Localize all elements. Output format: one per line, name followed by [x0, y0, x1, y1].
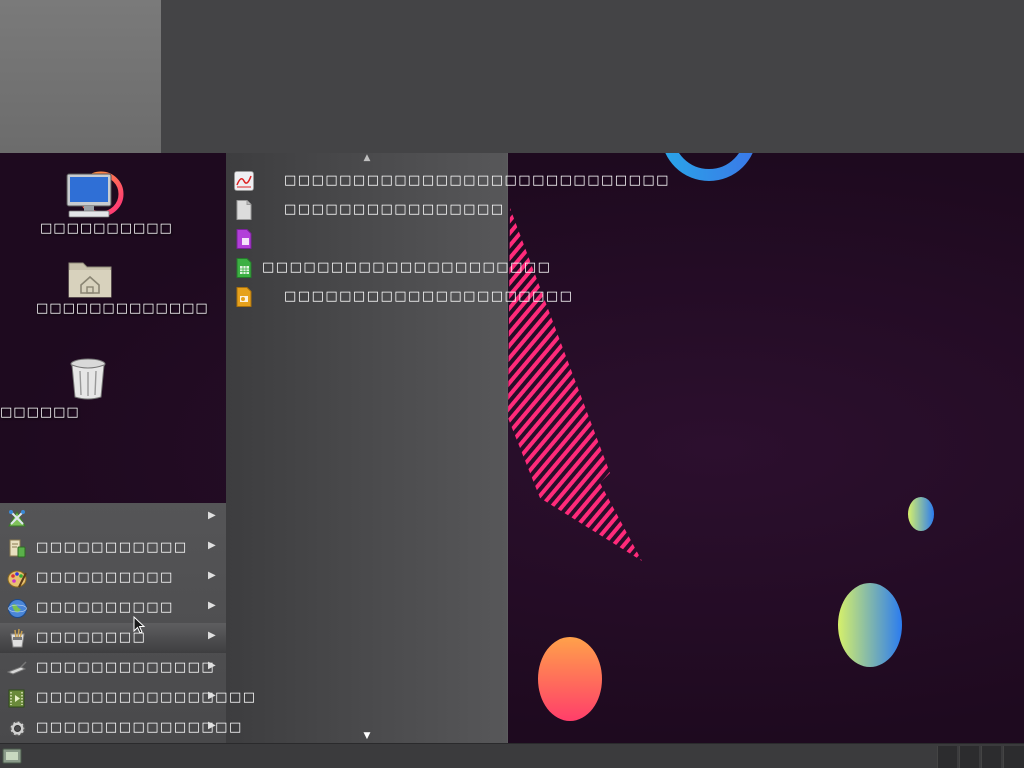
submenu-item-spreadsheet[interactable]: □□□□□□□□□□□□□□□□□□□□□	[226, 254, 550, 282]
chevron-right-icon: ▶	[208, 660, 216, 671]
chevron-right-icon: ▶	[208, 540, 216, 551]
chevron-right-icon: ▶	[208, 600, 216, 611]
mouse-cursor-icon	[133, 616, 146, 634]
menu-item-label: □□□□□□□□□□	[36, 570, 174, 585]
multimedia-icon	[8, 689, 25, 708]
menu-item-education[interactable]: □□□□□□□□□□□ ▶	[0, 533, 226, 563]
menu-item-system-settings[interactable]: □□□□□□□□□□□□□□□ ▶	[0, 713, 241, 743]
presentation-icon	[236, 287, 252, 307]
desktop-icon-home-folder[interactable]: □□□□□□□□□□□□□	[36, 257, 209, 316]
scroll-up-arrow-icon[interactable]: ▲	[226, 153, 508, 163]
pdf-viewer-icon	[234, 171, 254, 191]
desktop-icon-trash[interactable]: □□□□□□	[0, 357, 106, 420]
tray-button[interactable]	[959, 746, 979, 768]
taskbar	[0, 743, 1024, 768]
tray-button[interactable]	[981, 746, 1001, 768]
menu-item-office[interactable]: □□□□□□□□ ▶	[0, 623, 226, 653]
menu-item-label: □□□□□□□□□□□□□□□□	[36, 690, 257, 705]
submenu-item-document[interactable]: □□□□□□□□□□□□□□□□	[226, 196, 508, 224]
tray-button[interactable]	[937, 746, 957, 768]
home-folder-icon	[68, 262, 112, 298]
computer-icon	[66, 173, 112, 218]
scroll-down-arrow-icon[interactable]: ▼	[226, 731, 508, 741]
document-icon	[236, 200, 252, 220]
menu-item-programming[interactable]: □□□□□□□□□□□□□ ▶	[0, 653, 226, 683]
menu-item-internet[interactable]: □□□□□□□□□□ ▶	[0, 593, 226, 623]
menu-item-label: □□□□□□□□	[36, 630, 147, 645]
chevron-right-icon: ▶	[208, 510, 216, 521]
system-settings-icon	[9, 720, 26, 737]
desktop-icon-label: □□□□□□	[0, 405, 80, 420]
submenu-item-label: □□□□□□□□□□□□□□□□□□□□□	[284, 289, 574, 304]
menu-item-multimedia[interactable]: □□□□□□□□□□□□□□□□ ▶	[0, 683, 255, 713]
desktop-icon-label: □□□□□□□□□□	[40, 221, 173, 236]
submenu-item-presentation[interactable]: □□□□□□□□□□□□□□□□□□□□□	[226, 283, 572, 311]
chevron-right-icon: ▶	[208, 570, 216, 581]
chevron-right-icon: ▶	[208, 630, 216, 641]
accessories-icon	[8, 510, 26, 527]
submenu-item-label: □□□□□□□□□□□□□□□□□□□□□	[262, 260, 552, 275]
menu-item-label: □□□□□□□□□□□□□	[36, 660, 216, 675]
office-icon	[10, 628, 25, 648]
programming-icon	[7, 661, 27, 675]
start-menu-icon[interactable]	[2, 746, 24, 766]
spreadsheet-icon	[236, 258, 252, 278]
submenu-item-math[interactable]	[226, 225, 508, 253]
menu-item-graphics[interactable]: □□□□□□□□□□ ▶	[0, 563, 226, 593]
chevron-right-icon: ▶	[208, 690, 216, 701]
office-math-icon	[236, 229, 252, 249]
desktop-icon-computer[interactable]: □□□□□□□□□□	[40, 171, 173, 236]
desktop-icon-label: □□□□□□□□□□□□□	[36, 301, 209, 316]
submenu-item-label: □□□□□□□□□□□□□□□□□□□□□□□□□□□□	[284, 173, 670, 188]
menu-item-label: □□□□□□□□□□□	[36, 540, 188, 555]
menu-item-label: □□□□□□□□□□	[36, 600, 174, 615]
trash-icon	[70, 358, 106, 400]
internet-icon	[8, 599, 27, 618]
education-icon	[9, 539, 26, 558]
top-left-pane	[0, 0, 161, 153]
application-menu: ▶ □□□□□□□□□□□ ▶ □□□□□□□□□□ ▶ □□□□□□□□□□ …	[0, 503, 255, 743]
top-panel	[0, 0, 1024, 153]
tray-button[interactable]	[1003, 746, 1024, 768]
graphics-icon	[7, 570, 27, 588]
office-submenu: ▲ □□□□□□□□□□□□□□□□□□□□□□□□□□□□ □□□□□□□□□…	[226, 153, 668, 743]
chevron-right-icon: ▶	[208, 720, 216, 731]
submenu-item-pdf-viewer[interactable]: □□□□□□□□□□□□□□□□□□□□□□□□□□□□	[226, 167, 668, 195]
submenu-item-label: □□□□□□□□□□□□□□□□	[284, 202, 505, 217]
menu-item-accessories[interactable]: ▶	[0, 503, 226, 533]
